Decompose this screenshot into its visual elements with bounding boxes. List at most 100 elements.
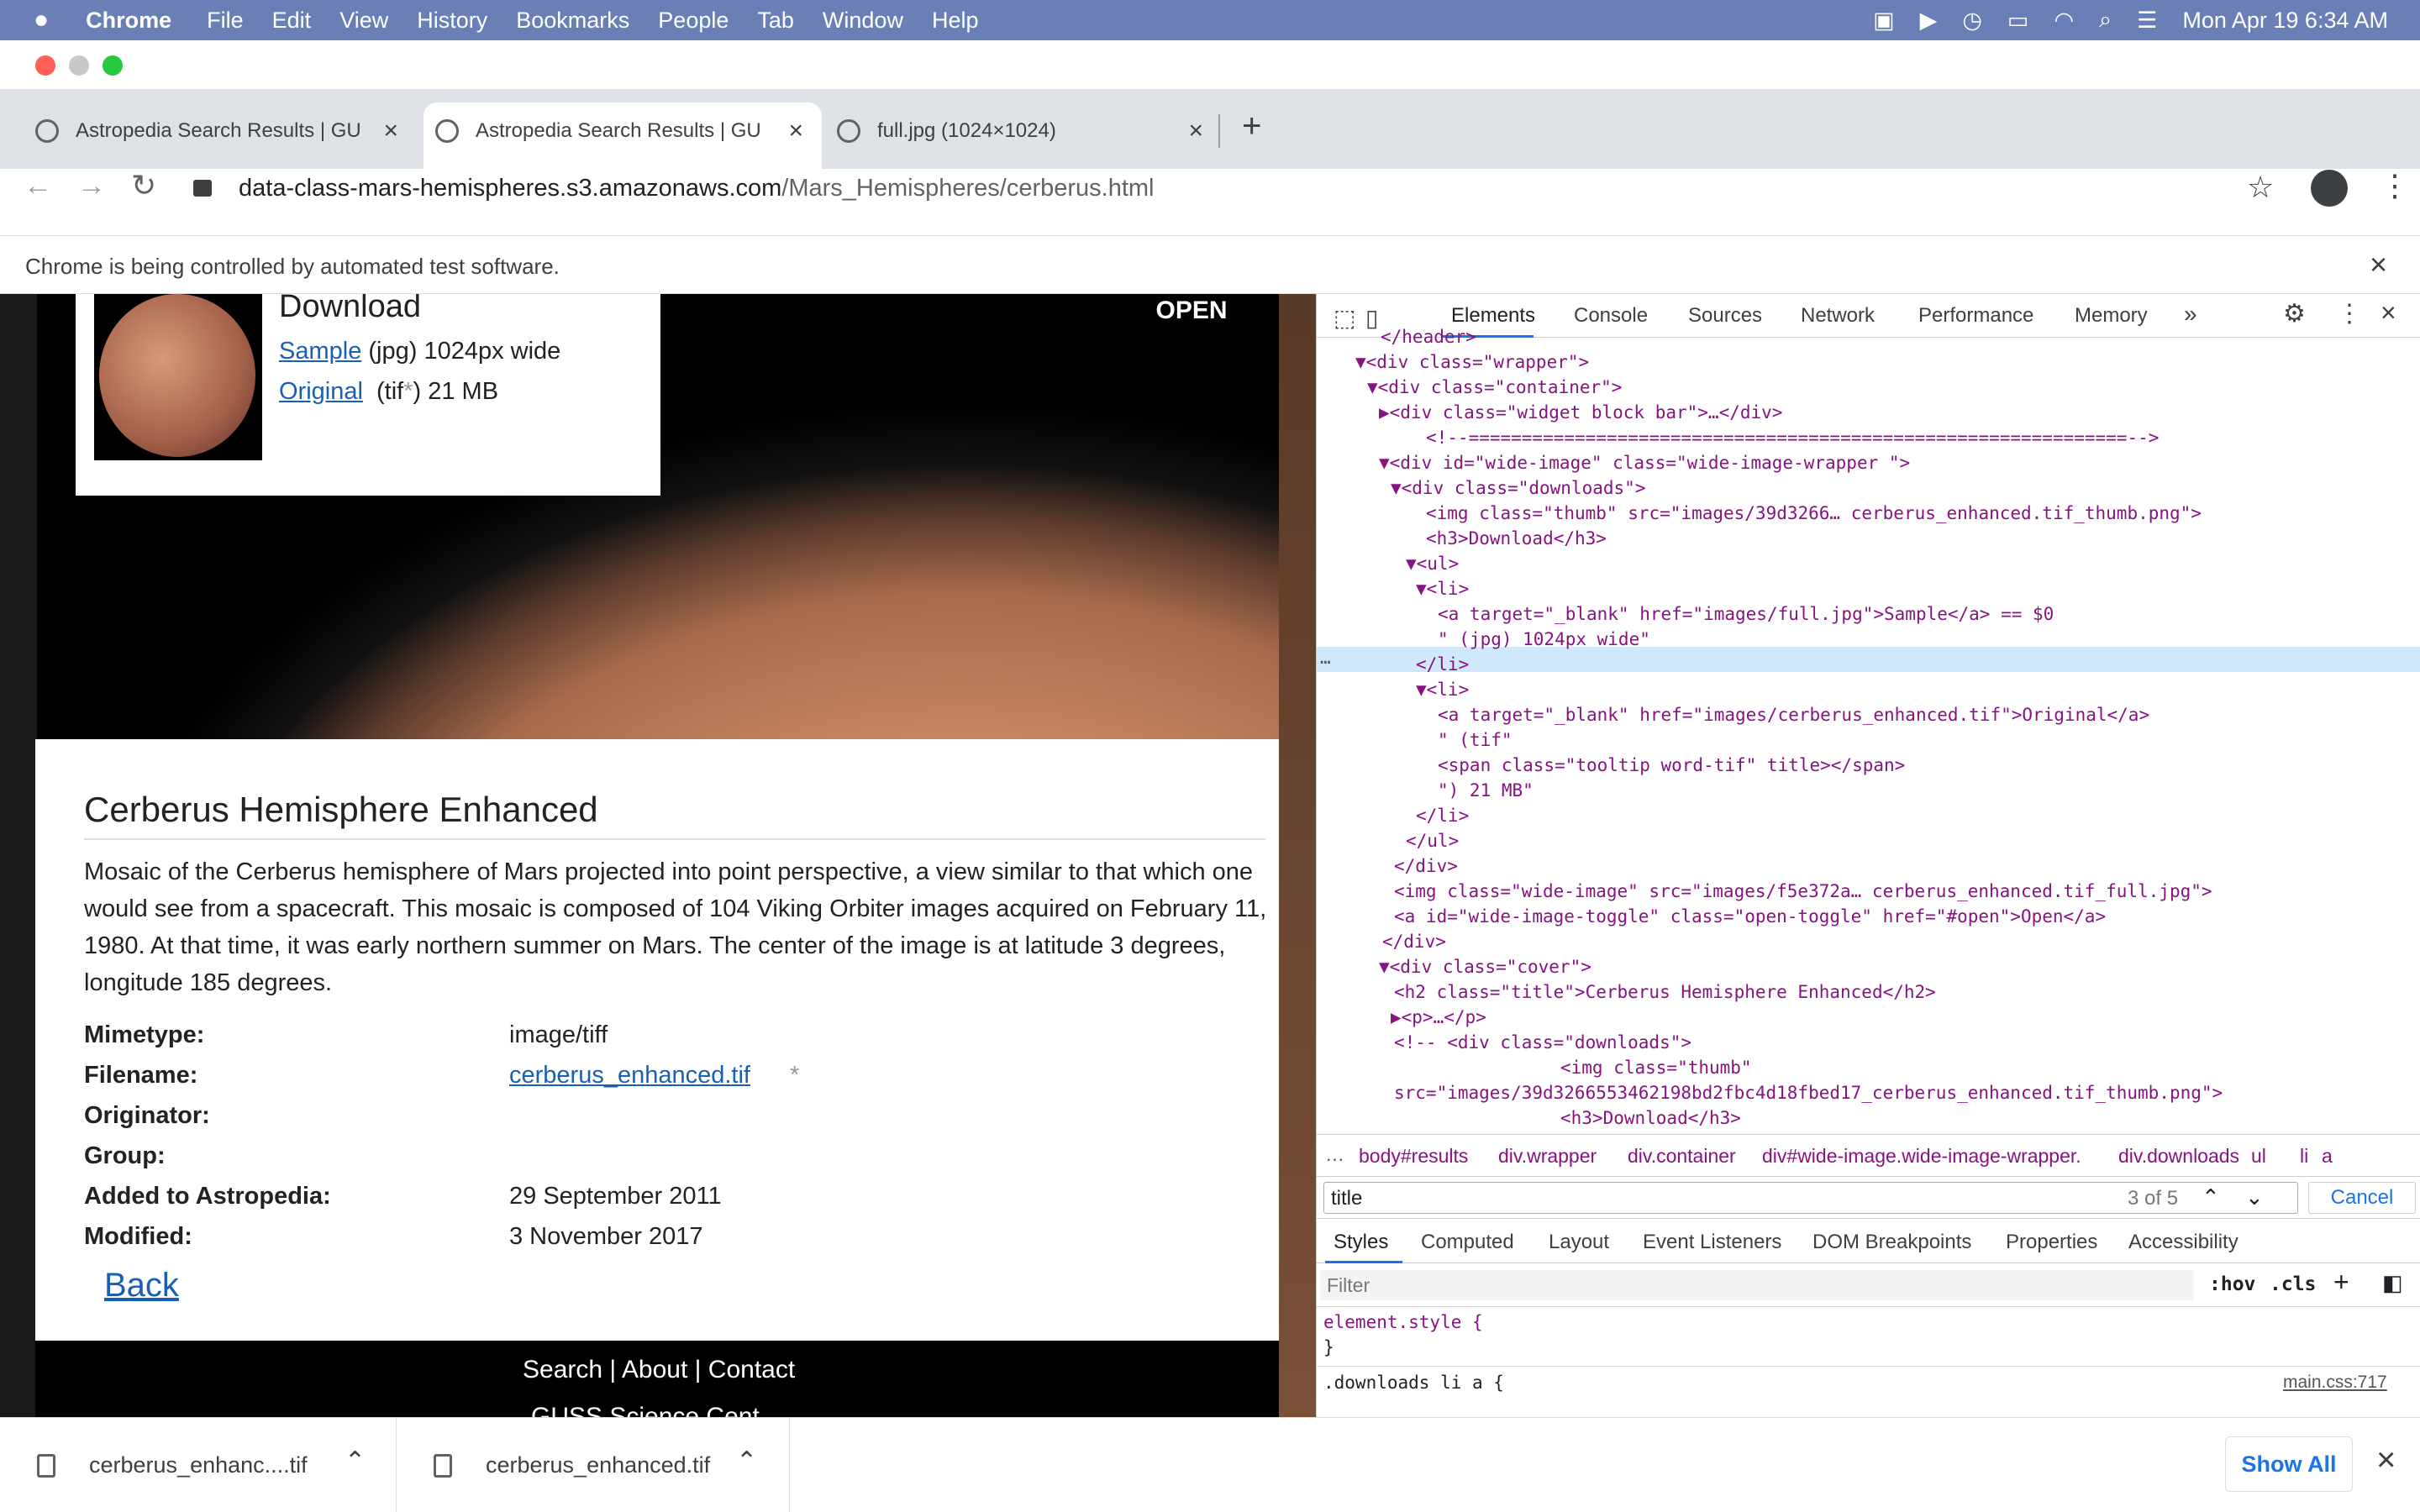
dom-node-line[interactable]: <h3>Download</h3> bbox=[1560, 1105, 1741, 1131]
profile-avatar-icon[interactable] bbox=[2311, 170, 2348, 207]
close-tab-icon[interactable]: × bbox=[383, 117, 398, 145]
back-link[interactable]: Back bbox=[104, 1267, 179, 1305]
dom-node-line[interactable]: <img class="thumb" bbox=[1560, 1055, 1752, 1080]
breadcrumb-item[interactable]: li bbox=[2300, 1145, 2308, 1168]
dom-node-line[interactable]: <a id="wide-image-toggle" class="open-to… bbox=[1394, 904, 2106, 929]
download-item-2[interactable]: cerberus_enhanced.tif ⌃ bbox=[397, 1418, 790, 1512]
play-icon[interactable]: ▶ bbox=[1920, 8, 1938, 34]
styles-subtab[interactable]: DOM Breakpoints bbox=[1812, 1231, 1971, 1254]
dom-node-line[interactable]: </div> bbox=[1394, 853, 1458, 879]
footer-about-link[interactable]: About bbox=[622, 1356, 687, 1383]
footer-contact-link[interactable]: Contact bbox=[708, 1356, 795, 1383]
reload-icon[interactable]: ↻ bbox=[131, 168, 156, 203]
breadcrumb-item[interactable]: body#results bbox=[1359, 1145, 1468, 1168]
search-next-icon[interactable]: ⌄ bbox=[2245, 1184, 2264, 1210]
dom-node-line[interactable]: ▶<div class="widget block bar">…</div> bbox=[1379, 400, 1782, 425]
dom-search-input[interactable]: title 3 of 5 ⌃ ⌄ bbox=[1323, 1182, 2298, 1214]
dom-node-line[interactable]: ▼<li> bbox=[1416, 677, 1469, 702]
dom-node-line[interactable]: <!-- <div class="downloads"> bbox=[1394, 1030, 1691, 1055]
styles-filter-input[interactable]: Filter bbox=[1320, 1270, 2194, 1300]
zoom-window-button[interactable] bbox=[103, 55, 123, 76]
styles-subtab[interactable]: Event Listeners bbox=[1643, 1231, 1781, 1254]
breadcrumb-item[interactable]: ul bbox=[2251, 1145, 2266, 1168]
minimize-window-button[interactable] bbox=[69, 55, 89, 76]
more-tabs-icon[interactable]: » bbox=[2184, 301, 2197, 328]
menu-tab[interactable]: Tab bbox=[757, 8, 794, 34]
dom-node-line[interactable]: ▼<li> bbox=[1416, 576, 1469, 601]
dom-node-line[interactable]: ▼<div id="wide-image" class="wide-image-… bbox=[1379, 450, 1910, 475]
menu-edit[interactable]: Edit bbox=[272, 8, 312, 34]
apple-icon[interactable]: ● bbox=[34, 6, 49, 34]
search-cancel-button[interactable]: Cancel bbox=[2308, 1182, 2416, 1214]
breadcrumb-item[interactable]: a bbox=[2322, 1145, 2333, 1168]
dom-node-line[interactable]: " (jpg) 1024px wide" bbox=[1438, 627, 1650, 652]
dom-node-line[interactable]: </ul> bbox=[1406, 828, 1459, 853]
footer-search-link[interactable]: Search bbox=[523, 1356, 602, 1383]
tab-astropedia-1[interactable]: Astropedia Search Results | GU × bbox=[35, 108, 398, 155]
menu-help[interactable]: Help bbox=[932, 8, 979, 34]
dom-node-line[interactable]: ▼<div class="cover"> bbox=[1379, 954, 1591, 979]
show-all-downloads-button[interactable]: Show All bbox=[2225, 1436, 2353, 1492]
control-center-icon[interactable]: ☰ bbox=[2137, 8, 2157, 34]
close-tab-icon[interactable]: × bbox=[788, 117, 803, 145]
open-toggle-button[interactable]: OPEN bbox=[1144, 294, 1239, 334]
dom-node-line[interactable]: " (tif" bbox=[1438, 727, 1512, 753]
dom-node-line[interactable]: <a target="_blank" href="images/cerberus… bbox=[1438, 702, 2149, 727]
dom-node-line[interactable]: <img class="thumb" src="images/39d3266… … bbox=[1426, 501, 2202, 526]
address-bar[interactable]: data-class-mars-hemispheres.s3.amazonaws… bbox=[239, 171, 2339, 205]
rule-source-link[interactable]: main.css:717 bbox=[2283, 1373, 2387, 1393]
sample-link[interactable]: Sample bbox=[279, 338, 361, 365]
new-tab-icon[interactable]: + bbox=[1242, 108, 1261, 145]
inspect-element-icon[interactable]: ⬚ bbox=[1334, 304, 1355, 332]
breadcrumb-overflow-dots[interactable]: … bbox=[1325, 1143, 1344, 1166]
breadcrumb-item[interactable]: div#wide-image.wide-image-wrapper. bbox=[1762, 1145, 2081, 1168]
hov-toggle[interactable]: :hov bbox=[2209, 1273, 2255, 1295]
chevron-up-icon[interactable]: ⌃ bbox=[345, 1446, 366, 1476]
menu-view[interactable]: View bbox=[339, 8, 388, 34]
dom-node-line[interactable]: ▼<div class="wrapper"> bbox=[1355, 349, 1589, 375]
menu-app-name[interactable]: Chrome bbox=[86, 8, 171, 34]
styles-subtab[interactable]: Computed bbox=[1421, 1231, 1514, 1254]
devtools-menu-icon[interactable]: ⋮ bbox=[2337, 299, 2362, 328]
dom-node-line[interactable]: <a target="_blank" href="images/full.jpg… bbox=[1438, 601, 2054, 627]
downloads-li-a-rule[interactable]: .downloads li a { bbox=[1323, 1373, 1504, 1393]
dom-node-line[interactable]: ▶<p>…</p> bbox=[1391, 1005, 1486, 1030]
menu-people[interactable]: People bbox=[658, 8, 729, 34]
tab-full-jpg[interactable]: full.jpg (1024×1024) × bbox=[837, 108, 1203, 155]
dom-node-line[interactable]: ▼<div class="container"> bbox=[1367, 375, 1622, 400]
time-machine-icon[interactable]: ◷ bbox=[1962, 8, 1982, 34]
camera-icon[interactable]: ▣ bbox=[1873, 8, 1895, 34]
styles-subtab[interactable]: Layout bbox=[1549, 1231, 1609, 1254]
dom-node-line[interactable]: </header> bbox=[1381, 324, 1476, 349]
breadcrumb-item[interactable]: div.wrapper bbox=[1498, 1145, 1597, 1168]
tooltip-marker[interactable]: * bbox=[790, 1062, 799, 1089]
battery-icon[interactable]: ▭ bbox=[2007, 8, 2029, 34]
dom-node-line[interactable]: </div> bbox=[1382, 929, 1446, 954]
devtools-tab-performance[interactable]: Performance bbox=[1918, 304, 2033, 328]
styles-subtab[interactable]: Properties bbox=[2006, 1231, 2097, 1254]
chevron-up-icon[interactable]: ⌃ bbox=[736, 1446, 757, 1476]
close-shelf-icon[interactable]: × bbox=[2376, 1441, 2396, 1479]
close-window-button[interactable] bbox=[35, 55, 55, 76]
tab-astropedia-2[interactable]: Astropedia Search Results | GU × bbox=[435, 108, 803, 155]
spotlight-search-icon[interactable]: ⌕ bbox=[2099, 7, 2112, 34]
breadcrumb-item[interactable]: div.container bbox=[1628, 1145, 1736, 1168]
dom-node-line[interactable]: </li> bbox=[1416, 803, 1469, 828]
bookmark-star-icon[interactable]: ☆ bbox=[2247, 170, 2274, 205]
devtools-tab-memory[interactable]: Memory bbox=[2075, 304, 2148, 328]
wifi-icon[interactable]: ◠ bbox=[2054, 8, 2074, 34]
search-prev-icon[interactable]: ⌃ bbox=[2202, 1184, 2220, 1210]
settings-gear-icon[interactable]: ⚙ bbox=[2283, 299, 2306, 328]
toggle-sidebar-icon[interactable]: ◧ bbox=[2382, 1270, 2403, 1296]
menu-file[interactable]: File bbox=[207, 8, 244, 34]
lock-icon[interactable] bbox=[193, 180, 212, 197]
menu-bookmarks[interactable]: Bookmarks bbox=[516, 8, 629, 34]
styles-subtab[interactable]: Accessibility bbox=[2128, 1231, 2238, 1254]
dom-node-line[interactable]: </li> bbox=[1416, 652, 1469, 677]
dom-node-line[interactable]: <h2 class="title">Cerberus Hemisphere En… bbox=[1394, 979, 1936, 1005]
device-toolbar-icon[interactable]: ▯ bbox=[1365, 304, 1378, 332]
close-tab-icon[interactable]: × bbox=[1188, 117, 1203, 145]
back-arrow-icon[interactable]: ← bbox=[24, 170, 52, 202]
metadata-value[interactable]: cerberus_enhanced.tif bbox=[509, 1062, 750, 1089]
download-item-1[interactable]: cerberus_enhanc....tif ⌃ bbox=[0, 1418, 397, 1512]
